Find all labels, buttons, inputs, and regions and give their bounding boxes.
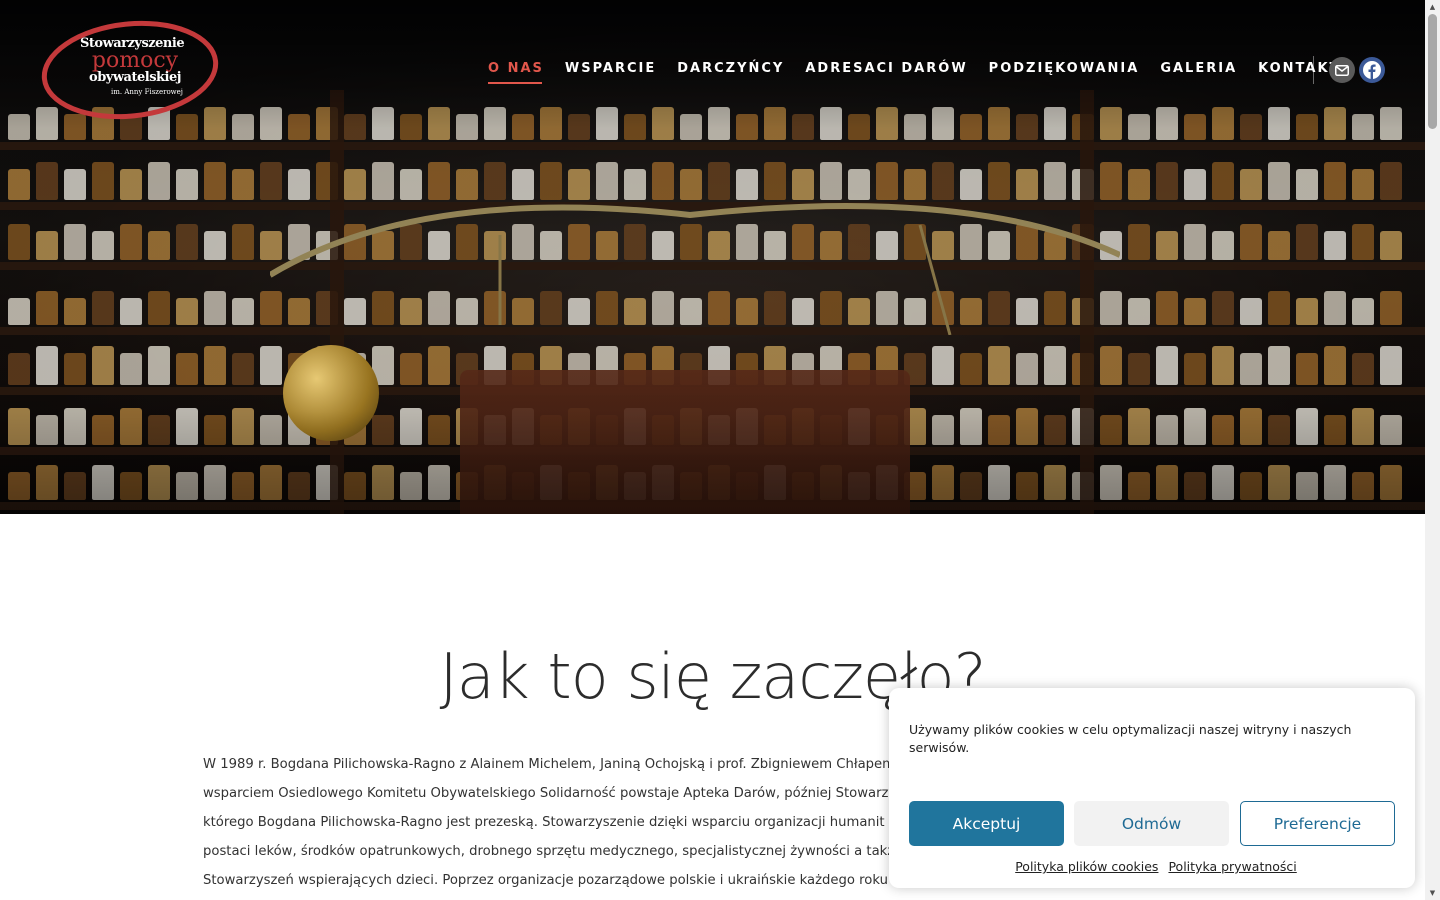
scroll-down-arrow[interactable]: ▼ <box>1425 886 1440 900</box>
main-nav: O NAS WSPARCIE DARCZYŃCY ADRESACI DARÓW … <box>488 61 1361 84</box>
facebook-link[interactable] <box>1359 57 1385 83</box>
nav-item-darczyncy[interactable]: DARCZYŃCY <box>677 61 784 84</box>
site-logo[interactable]: Stowarzyszenie pomocy obywatelskiej im. … <box>40 20 220 120</box>
cookie-message: Używamy plików cookies w celu optymaliza… <box>909 722 1352 755</box>
cookie-links: Polityka plików cookies Polityka prywatn… <box>889 859 1415 874</box>
nav-item-o-nas[interactable]: O NAS <box>488 61 544 84</box>
nav-divider <box>1313 56 1314 84</box>
page-scrollbar[interactable]: ▲ ▼ <box>1425 0 1440 900</box>
nav-item-kontakt[interactable]: KONTAKT <box>1258 61 1340 84</box>
nav-item-adresaci-darow[interactable]: ADRESACI DARÓW <box>805 61 967 84</box>
cookie-preferences-button[interactable]: Preferencje <box>1240 801 1395 846</box>
facebook-icon <box>1363 61 1381 79</box>
cookie-policy-link[interactable]: Polityka plików cookies <box>1015 859 1158 874</box>
privacy-policy-link[interactable]: Polityka prywatności <box>1168 859 1296 874</box>
cookie-banner: Używamy plików cookies w celu optymaliza… <box>889 688 1415 888</box>
logo-line-4: im. Anny Fiszerowej <box>111 88 183 96</box>
logo-line-3: obywatelskiej <box>89 70 181 85</box>
scroll-up-arrow[interactable]: ▲ <box>1425 0 1440 14</box>
nav-item-podziekowania[interactable]: PODZIĘKOWANIA <box>989 61 1140 84</box>
nav-item-galeria[interactable]: GALERIA <box>1160 61 1237 84</box>
accept-cookies-button[interactable]: Akceptuj <box>909 801 1064 846</box>
scroll-thumb[interactable] <box>1428 14 1437 129</box>
logo-line-2: pomocy <box>91 48 179 73</box>
email-link[interactable] <box>1329 57 1355 83</box>
nav-item-wsparcie[interactable]: WSPARCIE <box>565 61 656 84</box>
deny-cookies-button[interactable]: Odmów <box>1074 801 1229 846</box>
envelope-icon <box>1335 64 1349 76</box>
